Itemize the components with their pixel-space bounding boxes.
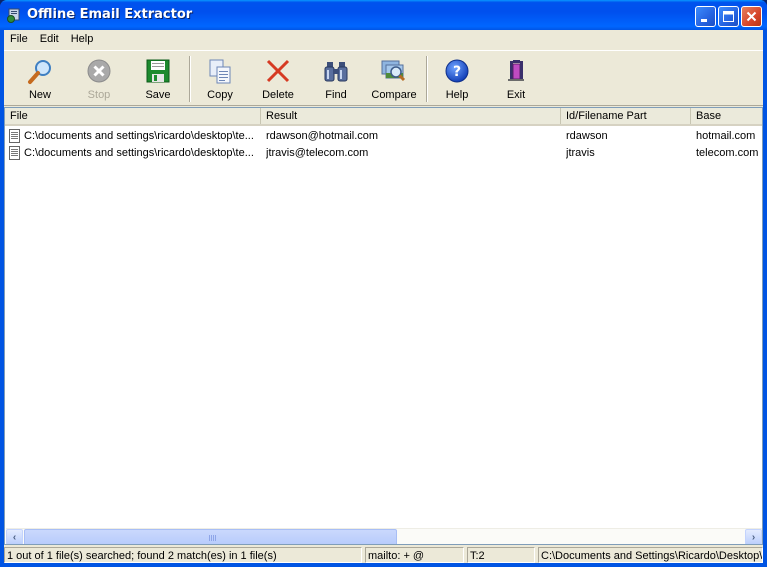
table-row[interactable]: C:\documents and settings\ricardo\deskto… <box>5 128 762 145</box>
cell-result: jtravis@telecom.com <box>266 147 369 159</box>
delete-button[interactable]: Delete <box>251 53 305 103</box>
status-path: C:\Documents and Settings\Ricardo\Deskto… <box>538 547 763 563</box>
toolbar-separator <box>189 56 191 102</box>
help-label: Help <box>445 89 469 101</box>
horizontal-scrollbar[interactable]: ‹ › <box>6 528 762 544</box>
toolbar: New Stop Save Copy Delete Find Compare ?… <box>4 50 763 106</box>
cell-result: rdawson@hotmail.com <box>266 130 379 142</box>
client-area: File Edit Help New Stop Save Copy Delete… <box>4 30 763 563</box>
status-summary: 1 out of 1 file(s) searched; found 2 mat… <box>4 547 362 563</box>
delete-x-icon <box>266 59 290 83</box>
menu-file[interactable]: File <box>4 30 34 49</box>
compare-button[interactable]: Compare <box>367 53 421 103</box>
compare-label: Compare <box>371 89 417 101</box>
column-header-result[interactable]: Result <box>261 108 561 124</box>
maximize-button[interactable] <box>718 6 739 27</box>
app-window: Offline Email Extractor File Edit Help N… <box>0 0 767 567</box>
copy-icon <box>209 59 231 84</box>
find-button[interactable]: Find <box>309 53 363 103</box>
compare-icon <box>381 60 406 82</box>
cell-base: telecom.com <box>696 147 759 159</box>
toolbar-separator <box>426 56 428 102</box>
maximize-icon <box>723 11 734 22</box>
status-filter: mailto: + @ <box>365 547 464 563</box>
floppy-disk-icon <box>146 59 170 83</box>
scrollbar-thumb[interactable] <box>24 529 397 544</box>
cell-file: C:\documents and settings\ricardo\deskto… <box>24 147 254 159</box>
grip-icon <box>209 535 217 541</box>
find-label: Find <box>325 89 347 101</box>
menu-help[interactable]: Help <box>65 30 100 49</box>
copy-button[interactable]: Copy <box>193 53 247 103</box>
window-title: Offline Email Extractor <box>27 7 193 22</box>
help-icon: ? <box>445 59 469 83</box>
delete-label: Delete <box>262 89 294 101</box>
chevron-left-icon: ‹ <box>12 532 17 543</box>
title-bar[interactable]: Offline Email Extractor <box>0 0 767 30</box>
stop-label: Stop <box>87 89 111 101</box>
cell-file: C:\documents and settings\ricardo\deskto… <box>24 130 254 142</box>
column-header-base[interactable]: Base <box>691 108 762 124</box>
close-button[interactable] <box>741 6 762 27</box>
status-bar: 1 out of 1 file(s) searched; found 2 mat… <box>4 546 763 563</box>
cell-base: hotmail.com <box>696 130 756 142</box>
text-file-icon <box>9 146 20 160</box>
exit-button[interactable]: Exit <box>489 53 543 103</box>
new-button[interactable]: New <box>13 53 67 103</box>
cell-id: rdawson <box>566 130 608 142</box>
cell-id: jtravis <box>566 147 595 159</box>
minimize-button[interactable] <box>695 6 716 27</box>
stop-button[interactable]: Stop <box>72 53 126 103</box>
magnifier-icon <box>28 60 51 84</box>
results-list[interactable]: File Result Id/Filename Part Base C:\doc… <box>4 107 763 545</box>
binoculars-icon <box>324 62 348 82</box>
scroll-left-button[interactable]: ‹ <box>6 529 23 544</box>
exit-door-icon <box>508 60 524 81</box>
chevron-right-icon: › <box>751 532 756 543</box>
status-threads: T:2 <box>467 547 535 563</box>
menu-bar: File Edit Help <box>4 30 763 49</box>
list-header: File Result Id/Filename Part Base <box>5 108 762 126</box>
help-button[interactable]: ? Help <box>430 53 484 103</box>
menu-edit[interactable]: Edit <box>34 30 65 49</box>
stop-icon <box>87 59 111 83</box>
new-label: New <box>28 89 51 101</box>
save-label: Save <box>145 89 171 101</box>
scroll-right-button[interactable]: › <box>745 529 762 544</box>
table-row[interactable]: C:\documents and settings\ricardo\deskto… <box>5 145 762 162</box>
column-header-id[interactable]: Id/Filename Part <box>561 108 691 124</box>
close-icon <box>746 11 757 22</box>
app-icon <box>7 8 20 23</box>
exit-label: Exit <box>506 89 526 101</box>
save-button[interactable]: Save <box>131 53 185 103</box>
text-file-icon <box>9 129 20 143</box>
copy-label: Copy <box>207 89 233 101</box>
column-header-file[interactable]: File <box>5 108 261 124</box>
svg-text:?: ? <box>453 64 461 80</box>
minimize-icon <box>701 19 707 22</box>
